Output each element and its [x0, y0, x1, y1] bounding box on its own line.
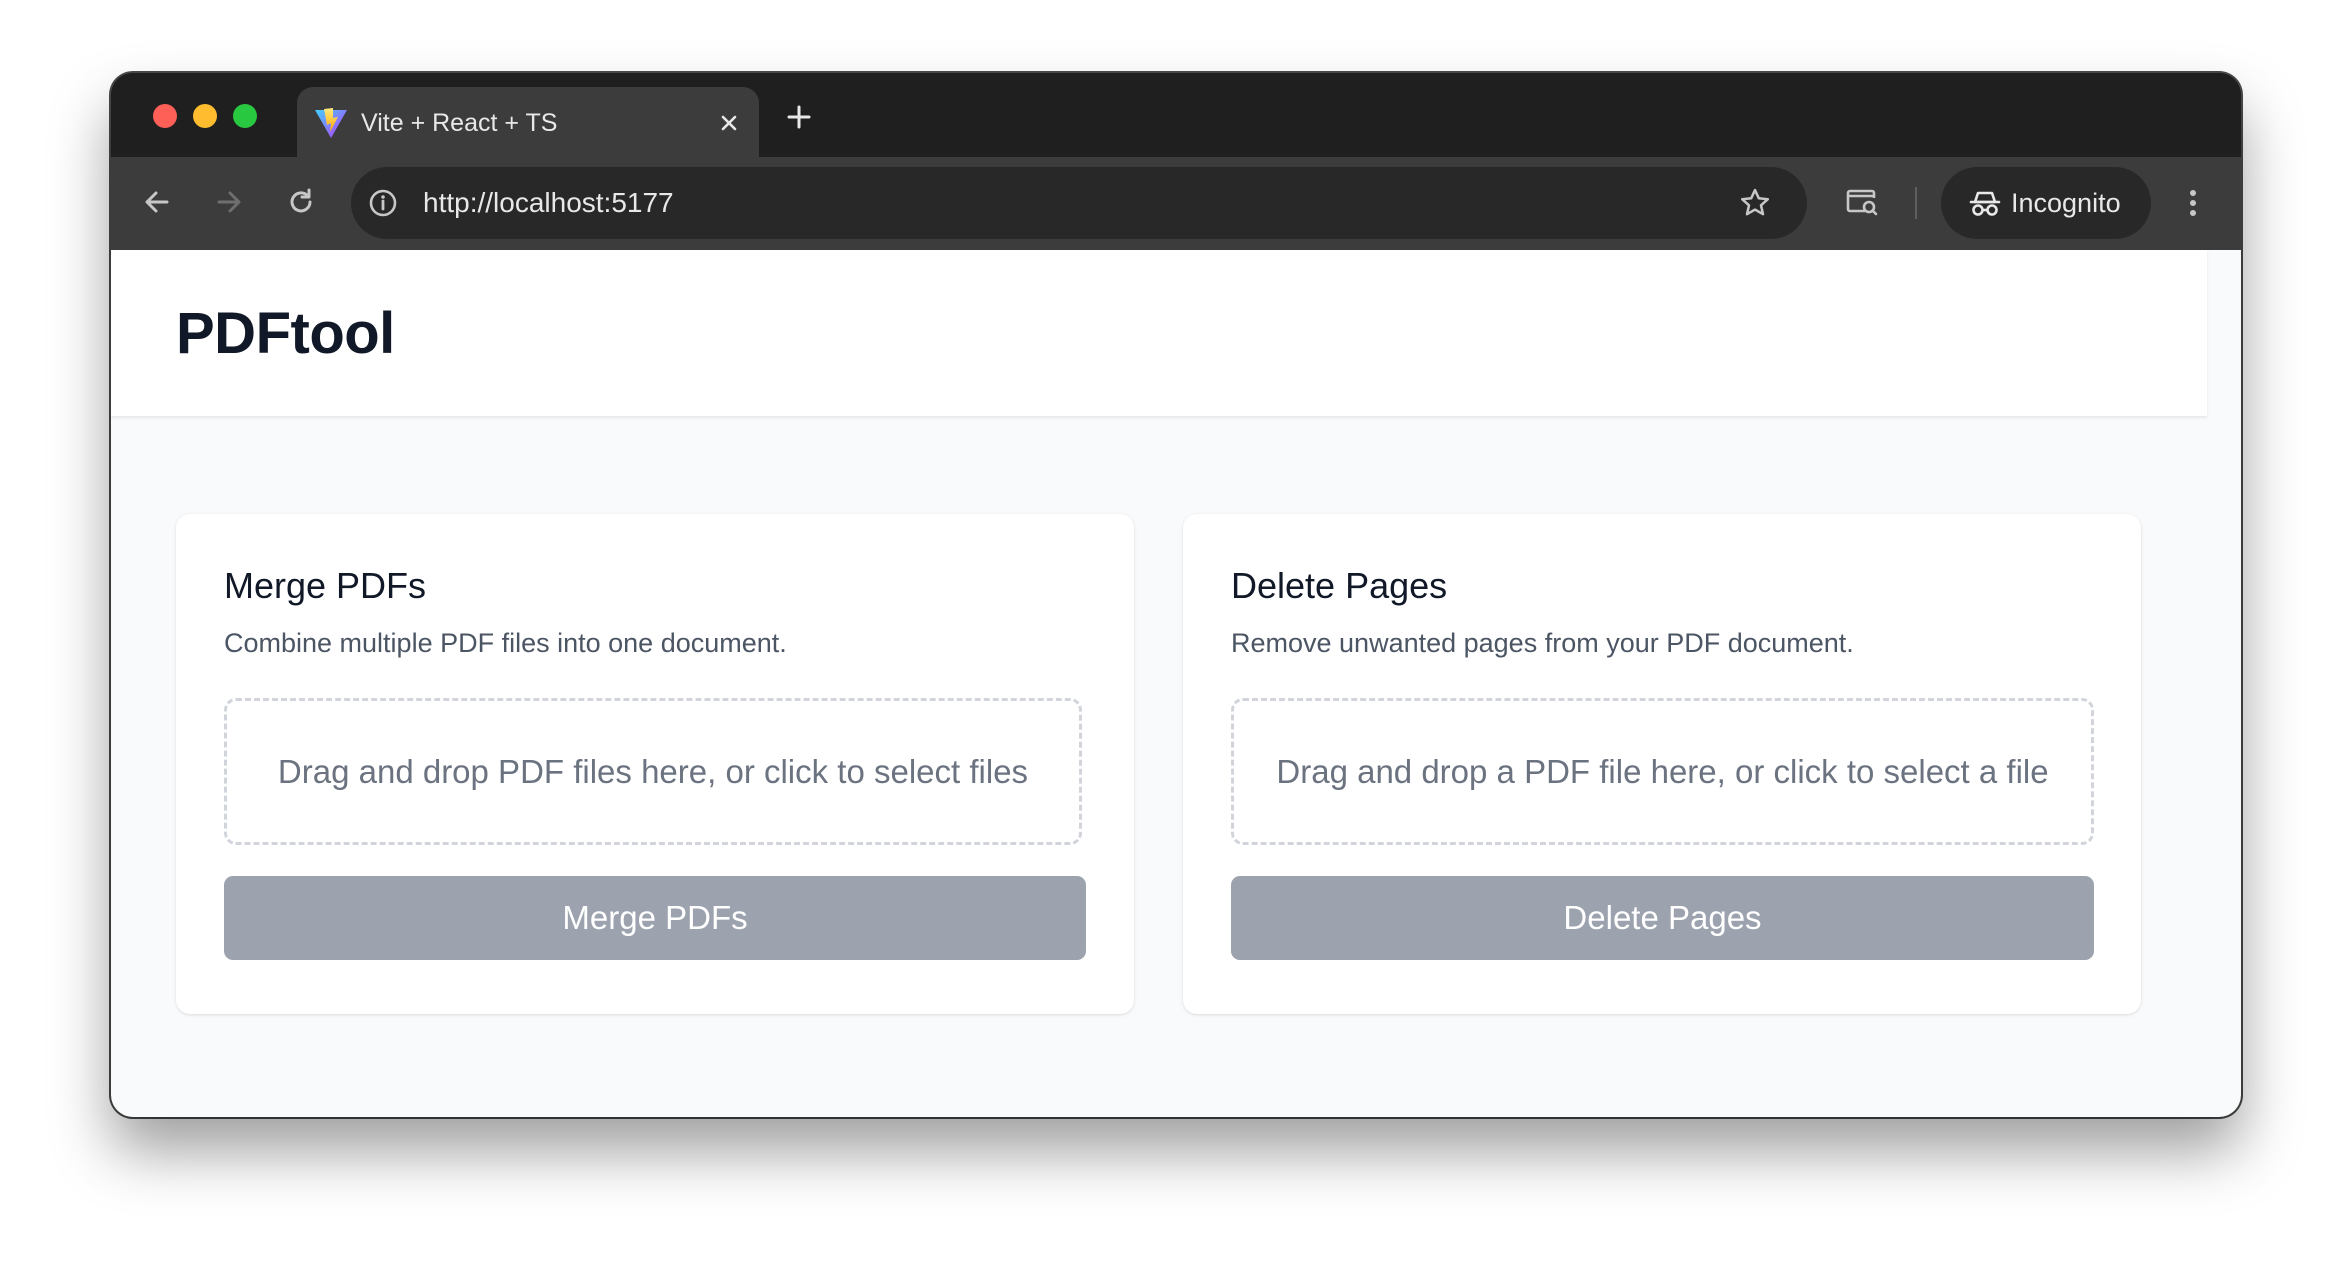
delete-dropzone[interactable]: Drag and drop a PDF file here, or click …: [1231, 698, 2094, 845]
vite-logo-icon: [315, 108, 347, 138]
address-bar[interactable]: http://localhost:5177: [351, 167, 1807, 239]
tab-title: Vite + React + TS: [361, 109, 558, 137]
reload-icon[interactable]: [283, 184, 319, 220]
window-maximize-button[interactable]: [233, 104, 257, 128]
tab-strip: Vite + React + TS: [111, 73, 2241, 159]
delete-pages-button[interactable]: Delete Pages: [1231, 876, 2094, 960]
window-close-button[interactable]: [153, 104, 177, 128]
page-viewport: PDFtool Merge PDFs Combine multiple PDF …: [111, 250, 2241, 1117]
merge-pdfs-button[interactable]: Merge PDFs: [224, 876, 1086, 960]
close-icon[interactable]: [715, 109, 743, 137]
card-description: Remove unwanted pages from your PDF docu…: [1231, 628, 1854, 658]
toolbar-divider: [1915, 187, 1917, 219]
page-title: PDFtool: [176, 301, 395, 366]
incognito-badge[interactable]: Incognito: [1941, 167, 2151, 239]
forward-arrow-icon[interactable]: [211, 184, 247, 220]
browser-window: Vite + React + TS http://localhost:5177 …: [111, 73, 2241, 1117]
merge-dropzone[interactable]: Drag and drop PDF files here, or click t…: [224, 698, 1082, 845]
browser-toolbar: http://localhost:5177 Incognito: [111, 157, 2241, 250]
card-title: Delete Pages: [1231, 565, 1448, 606]
plus-icon[interactable]: [783, 101, 815, 133]
window-minimize-button[interactable]: [193, 104, 217, 128]
card-description: Combine multiple PDF files into one docu…: [224, 628, 787, 658]
back-arrow-icon[interactable]: [139, 184, 175, 220]
incognito-icon: [1969, 191, 2001, 216]
browser-tab[interactable]: Vite + React + TS: [297, 87, 759, 159]
url-text[interactable]: http://localhost:5177: [423, 186, 674, 220]
site-info-icon[interactable]: [365, 185, 401, 221]
more-vertical-icon[interactable]: [2181, 183, 2205, 223]
bookmark-star-icon[interactable]: [1737, 185, 1773, 221]
incognito-label: Incognito: [2011, 188, 2121, 218]
card-title: Merge PDFs: [224, 565, 427, 606]
app-header: PDFtool: [111, 250, 2207, 416]
search-tabs-icon[interactable]: [1843, 183, 1881, 221]
delete-pages-card: Delete Pages Remove unwanted pages from …: [1183, 514, 2141, 1014]
merge-pdfs-card: Merge PDFs Combine multiple PDF files in…: [176, 514, 1134, 1014]
